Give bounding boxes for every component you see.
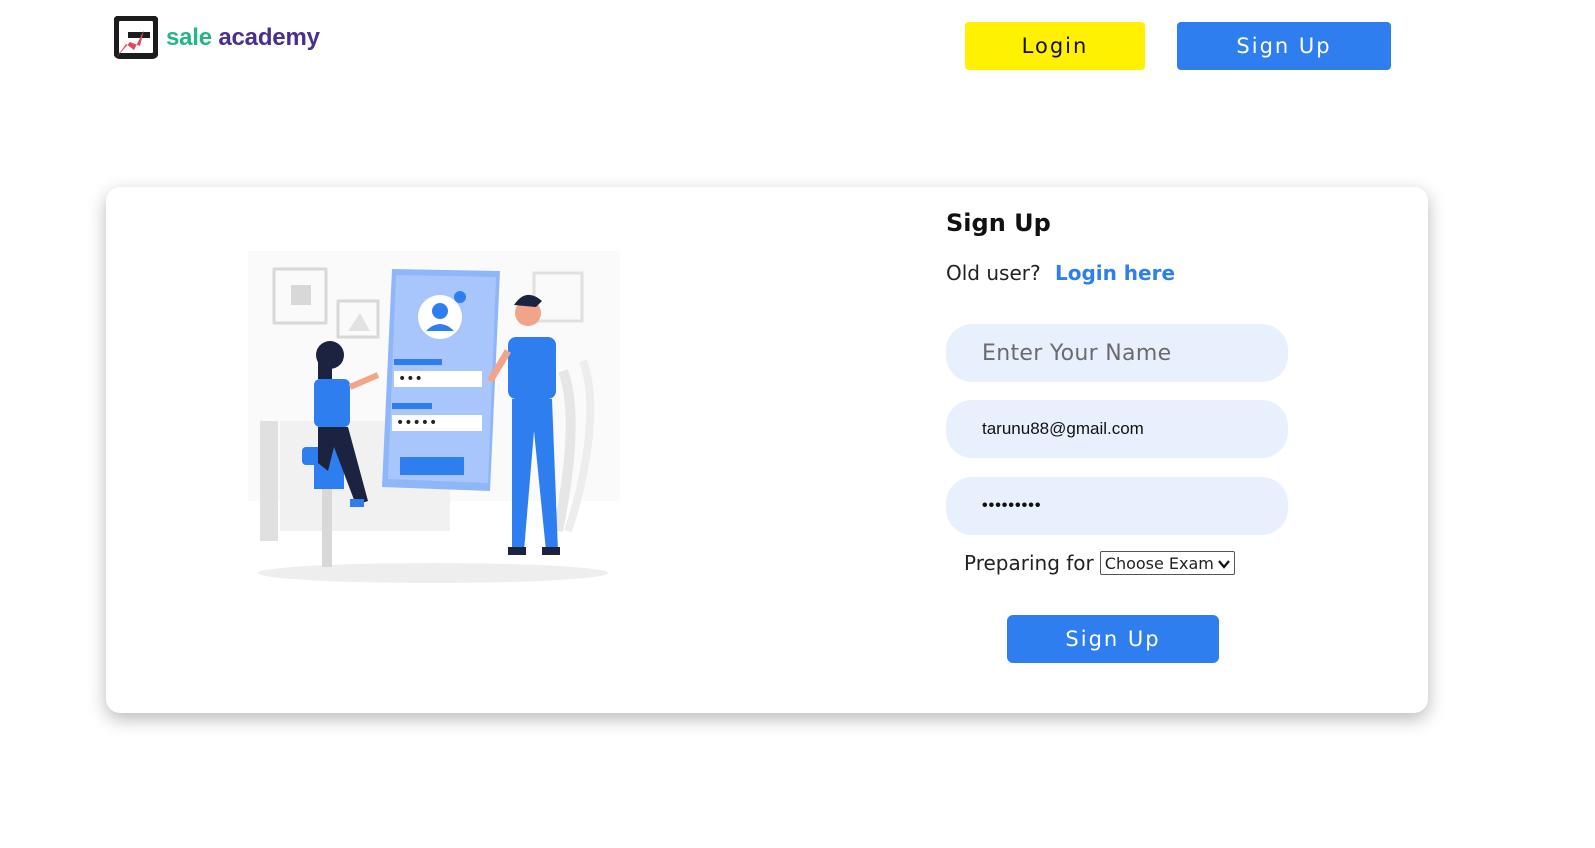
- signup-submit-button[interactable]: Sign Up: [1007, 615, 1219, 663]
- logo-mark-icon: [113, 15, 159, 60]
- old-user-text: Old user?: [946, 261, 1041, 285]
- email-value: tarunu88@gmail.com: [982, 419, 1144, 438]
- login-here-link[interactable]: Login here: [1055, 261, 1175, 285]
- header-login-button[interactable]: Login: [965, 22, 1145, 70]
- email-input[interactable]: tarunu88@gmail.com: [946, 400, 1288, 458]
- logo-word-academy: academy: [218, 24, 320, 51]
- logo-wordmark: sale academy: [166, 24, 320, 52]
- header-signup-button[interactable]: Sign Up: [1177, 22, 1391, 70]
- name-input[interactable]: Enter Your Name: [946, 324, 1288, 382]
- exam-select[interactable]: Choose Exam: [1099, 551, 1235, 575]
- old-user-row: Old user? Login here: [946, 261, 1175, 285]
- password-input[interactable]: •••••••••: [946, 477, 1288, 535]
- signup-card: ••• ••••• Sign Up Old user? Login here E…: [106, 187, 1428, 713]
- password-value: •••••••••: [982, 497, 1042, 514]
- exam-select-value: Choose Exam: [1104, 553, 1214, 573]
- chevron-down-icon: [1218, 554, 1230, 573]
- screen-field-1-dots: •••: [398, 371, 423, 387]
- signup-illustration-icon: ••• •••••: [218, 251, 658, 591]
- form-title: Sign Up: [946, 209, 1051, 237]
- preparing-for-label: Preparing for: [964, 551, 1094, 575]
- screen-field-2-dots: •••••: [396, 415, 437, 431]
- name-placeholder: Enter Your Name: [982, 340, 1172, 366]
- logo-word-sale: sale: [166, 24, 212, 51]
- brand-logo[interactable]: sale academy: [113, 15, 320, 60]
- preparing-for-row: Preparing for Choose Exam: [964, 551, 1235, 575]
